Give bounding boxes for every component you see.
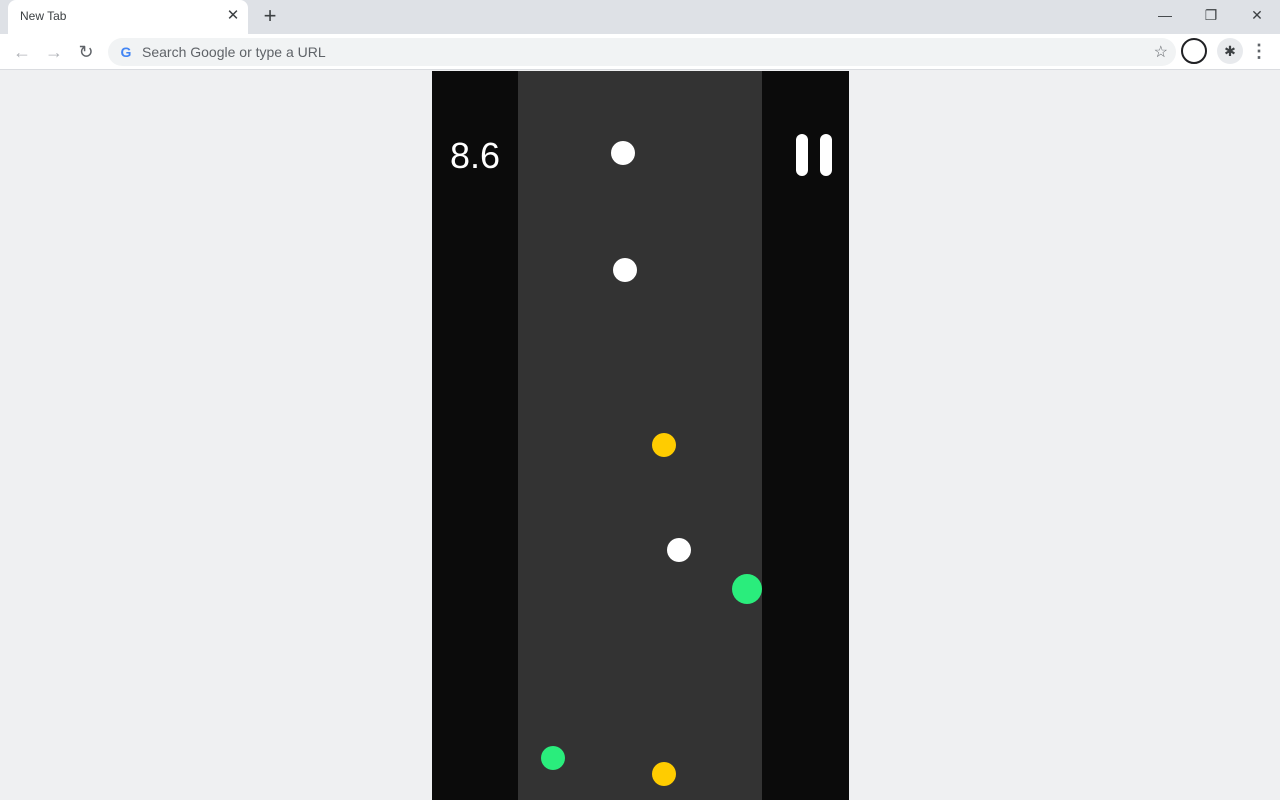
profile-avatar[interactable] xyxy=(1181,38,1207,64)
white-dot xyxy=(613,258,637,282)
tab-strip: New Tab ✕ + — ❐ ✕ xyxy=(0,0,1280,34)
tab-new-tab[interactable]: New Tab ✕ xyxy=(8,0,248,34)
pause-bar-left xyxy=(796,134,808,176)
omnibox-placeholder: Search Google or type a URL xyxy=(142,44,326,60)
green-dot xyxy=(541,746,565,770)
tab-title: New Tab xyxy=(20,9,67,23)
forward-icon[interactable]: → xyxy=(41,39,67,65)
bookmark-star-icon[interactable]: ☆ xyxy=(1154,42,1168,62)
toolbar: ← → ↻ G Search Google or type a URL ☆ xyxy=(0,34,1280,70)
reload-icon[interactable]: ↻ xyxy=(73,39,99,65)
new-tab-button[interactable]: + xyxy=(258,5,282,29)
google-icon: G xyxy=(120,44,132,60)
menu-icon[interactable]: ⋮ xyxy=(1250,38,1268,64)
minimize-button[interactable]: — xyxy=(1142,0,1188,30)
game-canvas[interactable]: 8.6 xyxy=(432,71,849,800)
pause-button[interactable] xyxy=(796,134,832,176)
back-icon[interactable]: ← xyxy=(9,39,35,65)
close-window-button[interactable]: ✕ xyxy=(1234,0,1280,30)
white-dot xyxy=(667,538,691,562)
pause-bar-right xyxy=(820,134,832,176)
game-lane xyxy=(518,71,762,800)
yellow-dot xyxy=(652,762,676,786)
white-dot xyxy=(611,141,635,165)
restore-button[interactable]: ❐ xyxy=(1188,0,1234,30)
score-display: 8.6 xyxy=(450,135,501,176)
extensions-icon[interactable]: ✱ xyxy=(1217,38,1243,64)
green-dot xyxy=(732,574,762,604)
yellow-dot xyxy=(652,433,676,457)
close-tab-icon[interactable]: ✕ xyxy=(224,7,242,25)
omnibox[interactable]: G Search Google or type a URL ☆ xyxy=(108,38,1176,66)
